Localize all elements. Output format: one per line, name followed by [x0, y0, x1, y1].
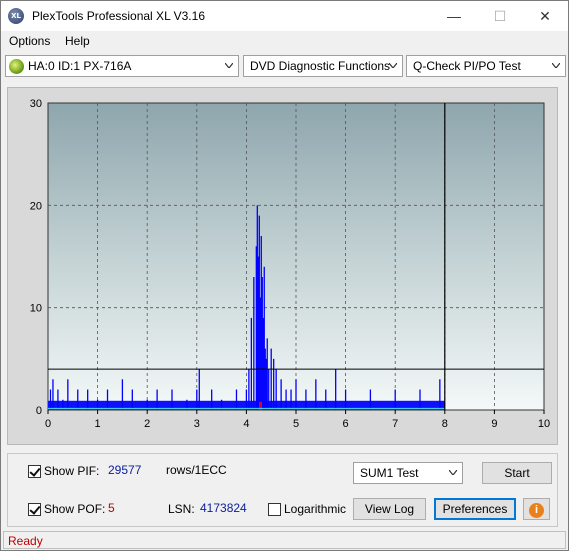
x-tick-label: 10	[538, 418, 550, 430]
pi-po-chart: 0 1 2 3 4 5 6 7 8 9 10 0 10 20 30	[30, 98, 550, 430]
x-tick-label: 5	[293, 418, 299, 430]
x-tick-label: 4	[243, 418, 249, 430]
lsn-value: 4173824	[200, 501, 247, 515]
test-select-value: Q-Check PI/PO Test	[413, 59, 521, 73]
x-tick-label: 8	[442, 418, 448, 430]
y-tick-label: 0	[36, 405, 42, 417]
x-tick-label: 1	[95, 418, 101, 430]
test-select[interactable]: Q-Check PI/PO Test	[406, 55, 566, 77]
preferences-button[interactable]: Preferences	[434, 498, 516, 520]
x-tick-label: 3	[194, 418, 200, 430]
show-pif-label: Show PIF:	[44, 464, 100, 478]
lsn-label: LSN:	[168, 502, 195, 516]
x-tick-label: 6	[343, 418, 349, 430]
chevron-down-icon	[552, 63, 560, 68]
function-select-value: DVD Diagnostic Functions	[250, 59, 391, 73]
chart-panel: 0 1 2 3 4 5 6 7 8 9 10 0 10 20 30	[7, 87, 558, 445]
pof-value: 5	[108, 501, 115, 515]
controls-panel: Show PIF: 29577 rows/1ECC SUM1 Test Star…	[7, 453, 558, 527]
y-tick-label: 20	[30, 200, 42, 212]
function-select[interactable]: DVD Diagnostic Functions	[243, 55, 403, 77]
chevron-down-icon	[225, 63, 233, 68]
show-pof-checkbox[interactable]	[28, 503, 41, 516]
x-tick-label: 9	[491, 418, 497, 430]
view-log-button[interactable]: View Log	[353, 498, 426, 520]
status-text: Ready	[8, 534, 43, 548]
sum-test-value: SUM1 Test	[360, 466, 419, 480]
minimize-button[interactable]: —	[431, 1, 477, 31]
drive-select-value: HA:0 ID:1 PX-716A	[28, 59, 132, 73]
window-title: PlexTools Professional XL V3.16	[32, 9, 205, 23]
info-button[interactable]: i	[523, 498, 550, 520]
title-bar: XL PlexTools Professional XL V3.16 — ☐ ✕	[1, 1, 568, 31]
menu-bar: Options Help	[1, 32, 568, 51]
x-tick-label: 7	[392, 418, 398, 430]
maximize-button[interactable]: ☐	[477, 1, 523, 31]
start-button[interactable]: Start	[482, 462, 552, 484]
chevron-down-icon	[389, 63, 397, 68]
pif-value: 29577	[108, 463, 142, 477]
close-button[interactable]: ✕	[522, 1, 568, 31]
app-logo-icon: XL	[8, 8, 24, 24]
logarithmic-checkbox[interactable]	[268, 503, 281, 516]
show-pif-checkbox[interactable]	[28, 465, 41, 478]
y-tick-label: 30	[30, 98, 42, 110]
drive-status-icon	[9, 59, 24, 74]
info-icon: i	[529, 503, 544, 518]
pif-unit: rows/1ECC	[166, 463, 227, 477]
show-pof-label: Show POF:	[44, 502, 106, 516]
menu-options[interactable]: Options	[9, 34, 50, 48]
x-tick-label: 0	[45, 418, 51, 430]
sum-test-select[interactable]: SUM1 Test	[353, 462, 463, 484]
drive-select[interactable]: HA:0 ID:1 PX-716A	[5, 55, 239, 77]
y-tick-label: 10	[30, 303, 42, 315]
x-tick-label: 2	[144, 418, 150, 430]
chevron-down-icon	[449, 470, 457, 475]
status-bar: Ready	[3, 531, 566, 549]
app-window: XL PlexTools Professional XL V3.16 — ☐ ✕…	[0, 0, 569, 551]
menu-help[interactable]: Help	[65, 34, 90, 48]
logarithmic-label: Logarithmic	[284, 502, 347, 516]
